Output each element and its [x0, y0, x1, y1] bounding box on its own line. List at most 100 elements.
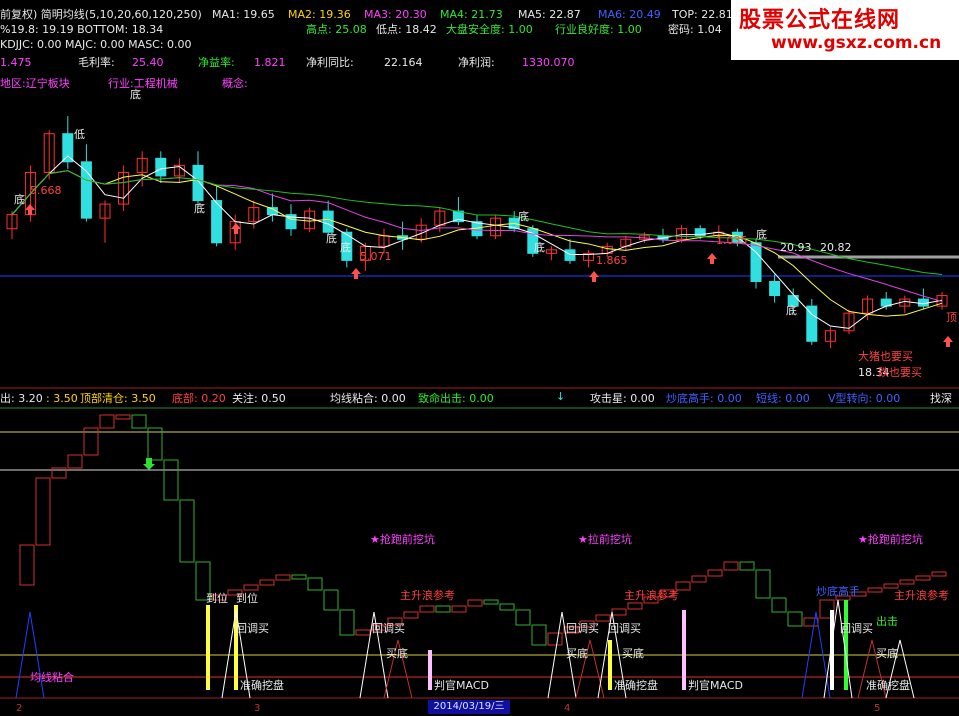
- ind-short: 短线: 0.00: [756, 392, 810, 405]
- step-box: [883, 583, 899, 589]
- up-arrow-icon: [351, 268, 361, 279]
- step-box: [899, 579, 915, 585]
- bottom-tag: 底: [518, 210, 529, 223]
- step-box: [323, 589, 339, 611]
- step-box: [915, 575, 931, 581]
- up-arrow-icon: [25, 204, 35, 215]
- ind-ma-stick: 均线粘合: 0.00: [330, 392, 406, 405]
- step-box: [611, 608, 627, 616]
- ma6-value: MA6: 20.49: [598, 8, 661, 21]
- gross-margin-label: 毛利率:: [78, 56, 115, 69]
- step-box: [275, 574, 291, 581]
- flat-label-2: 20.82: [820, 241, 852, 254]
- step-box: [739, 561, 755, 571]
- profit-yoy-value: 22.164: [384, 56, 423, 69]
- ind-deep: 找深: [930, 392, 952, 405]
- arrive-label-2: 到位: [236, 592, 258, 605]
- low-label-b: 5.071: [360, 250, 392, 263]
- arrow-down-icon: ↓: [556, 390, 566, 403]
- pullback-label: 回调买: [608, 622, 641, 635]
- pullback-label: 回调买: [372, 622, 405, 635]
- step-box: [147, 427, 163, 461]
- buy-bottom-label: 买底: [622, 647, 644, 660]
- gross-margin-value: 25.40: [132, 56, 164, 69]
- step-box: [131, 414, 147, 429]
- step-box: [595, 614, 611, 622]
- step-box: [627, 602, 643, 610]
- bottom-tag: 底: [326, 232, 337, 245]
- step-box: [67, 454, 83, 469]
- step-box: [691, 575, 707, 583]
- accurate-label: 准确挖盘: [866, 679, 910, 692]
- signal-bar: [206, 605, 210, 690]
- kdj-row: KDJJC: 0.00 MAJC: 0.00 MASC: 0.00: [0, 38, 192, 51]
- ind-out2: : 3.50: [46, 392, 78, 405]
- up-arrow-icon: [589, 271, 599, 282]
- bottom-tag: 底: [130, 88, 141, 101]
- bottom-tag: 底: [194, 202, 205, 215]
- step-box: [259, 579, 275, 586]
- step-box: [115, 414, 131, 420]
- bottom-value: %19.8: 19.19 BOTTOM: 18.34: [0, 23, 164, 36]
- step-box: [515, 609, 531, 626]
- note-1: 大猪也要买: [858, 350, 913, 363]
- up-arrow-icon: [231, 223, 241, 234]
- axis-mark: 2: [16, 703, 23, 714]
- step-box: [99, 414, 115, 429]
- step-box: [355, 629, 371, 636]
- ma5-value: MA5: 22.87: [518, 8, 581, 21]
- step-box: [547, 632, 563, 646]
- concept-label: 概念:: [222, 77, 248, 90]
- candle-body: [564, 249, 576, 261]
- roe-value: 1.821: [254, 56, 286, 69]
- formula-title: 前复权) 简明均线(5,10,20,60,120,250): [0, 8, 202, 21]
- step-box: [419, 605, 435, 613]
- top-value: TOP: 22.81: [672, 8, 733, 21]
- brand-title: 股票公式在线网: [739, 8, 901, 33]
- pullback-label: 回调买: [840, 622, 873, 635]
- deep-buy-label: 炒底高手: [816, 585, 860, 598]
- step-box: [499, 603, 515, 611]
- ind-fatal: 致命出击: 0.00: [418, 392, 494, 405]
- step-box: [291, 574, 307, 580]
- password-value: 密码: 1.04: [668, 23, 722, 36]
- candle-body: [80, 161, 92, 219]
- candle-body: [192, 164, 204, 202]
- dig-label-1: ★抢跑前挖坑: [370, 533, 435, 546]
- date-cursor: 2014/03/19/三: [428, 700, 510, 714]
- roe-label: 净益率:: [198, 56, 235, 69]
- region-label: 地区:辽宁板块: [0, 77, 70, 90]
- mainup-label-1: 主升浪参考: [400, 589, 455, 602]
- flat-label-1: 20.93: [780, 241, 812, 254]
- pullback-label: 回调买: [566, 622, 599, 635]
- bottom-tag: 底: [340, 241, 351, 254]
- buy-bottom-label: 买底: [566, 647, 588, 660]
- up-arrow-icon: [943, 336, 953, 347]
- low-point: 低点: 18.42: [376, 23, 437, 36]
- kline-chart[interactable]: [0, 0, 959, 716]
- candle-body: [917, 298, 929, 307]
- step-box: [451, 605, 467, 613]
- accurate-label: 准确挖盘: [614, 679, 658, 692]
- candle-body: [62, 133, 74, 163]
- step-box: [307, 577, 323, 591]
- step-box: [787, 611, 803, 627]
- net-profit-value: 1330.070: [522, 56, 575, 69]
- buy-bottom-label: 买底: [876, 647, 898, 660]
- attack-label: 出击: [876, 615, 898, 628]
- ind-top-clear: 顶部清仓: 3.50: [80, 392, 156, 405]
- industry-score: 行业良好度: 1.00: [555, 23, 642, 36]
- signal-bar: [428, 650, 432, 690]
- step-box: [163, 459, 179, 501]
- ma3-value: MA3: 20.30: [364, 8, 427, 21]
- bottom-tag: 底: [756, 228, 767, 241]
- ind-bottom: 底部: 0.20: [172, 392, 226, 405]
- bottom-tag: 底: [14, 193, 25, 206]
- bottom-tag: 底: [534, 241, 545, 254]
- accurate-label: 准确挖盘: [240, 679, 284, 692]
- step-box: [771, 597, 787, 613]
- ma1-value: MA1: 19.65: [212, 8, 275, 21]
- step-box: [755, 569, 771, 599]
- step-box: [803, 617, 819, 627]
- step-box: [707, 569, 723, 577]
